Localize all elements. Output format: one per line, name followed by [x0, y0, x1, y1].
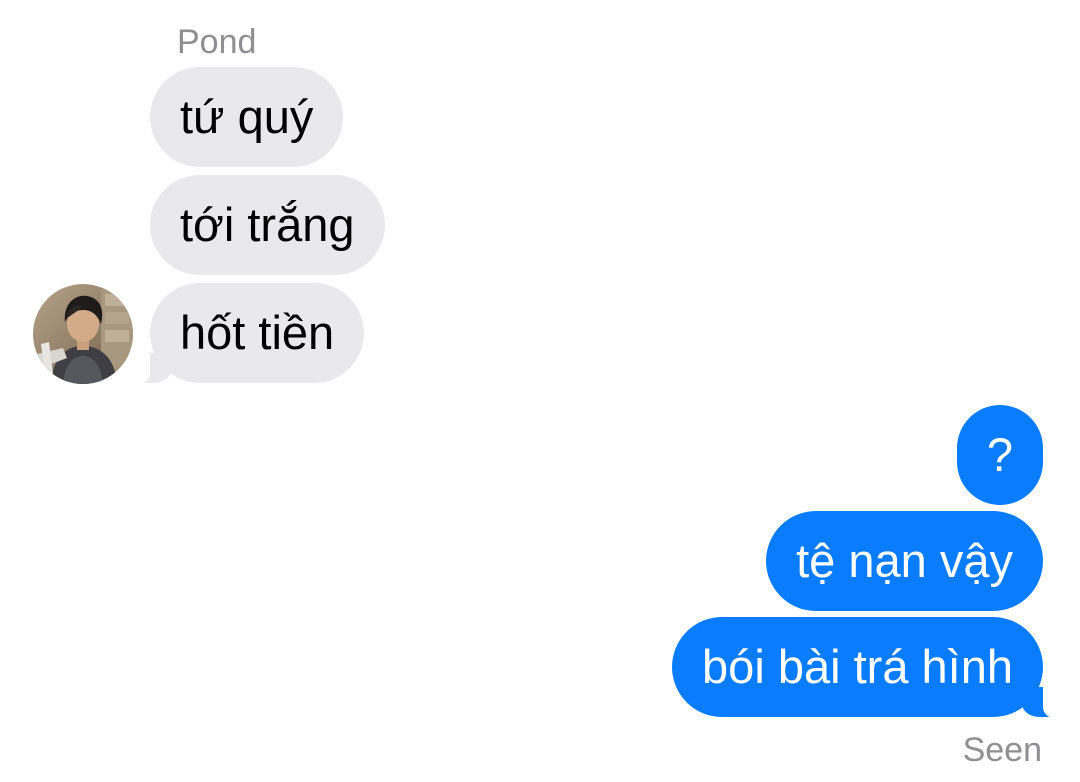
message-text: tới trắng: [180, 198, 355, 251]
message-text: tệ nạn vậy: [796, 534, 1013, 587]
read-receipt: Seen: [962, 731, 1042, 769]
message-text: hốt tiền: [180, 306, 335, 359]
message-text: ?: [986, 428, 1013, 481]
message-text: tứ quý: [180, 90, 314, 143]
contact-avatar[interactable]: [33, 284, 133, 384]
message-text: bói bài trá hình: [702, 640, 1013, 693]
contact-photo-icon: [33, 284, 133, 384]
outgoing-message-bubble[interactable]: ?: [956, 405, 1043, 505]
outgoing-message-bubble[interactable]: tệ nạn vậy: [766, 511, 1043, 611]
incoming-message-bubble[interactable]: tứ quý: [150, 67, 344, 167]
outgoing-message-bubble[interactable]: bói bài trá hình: [672, 617, 1069, 719]
sender-name: Pond: [177, 23, 257, 61]
incoming-message-bubble[interactable]: tới trắng: [150, 175, 385, 275]
incoming-message-bubble[interactable]: hốt tiền: [123, 283, 365, 385]
